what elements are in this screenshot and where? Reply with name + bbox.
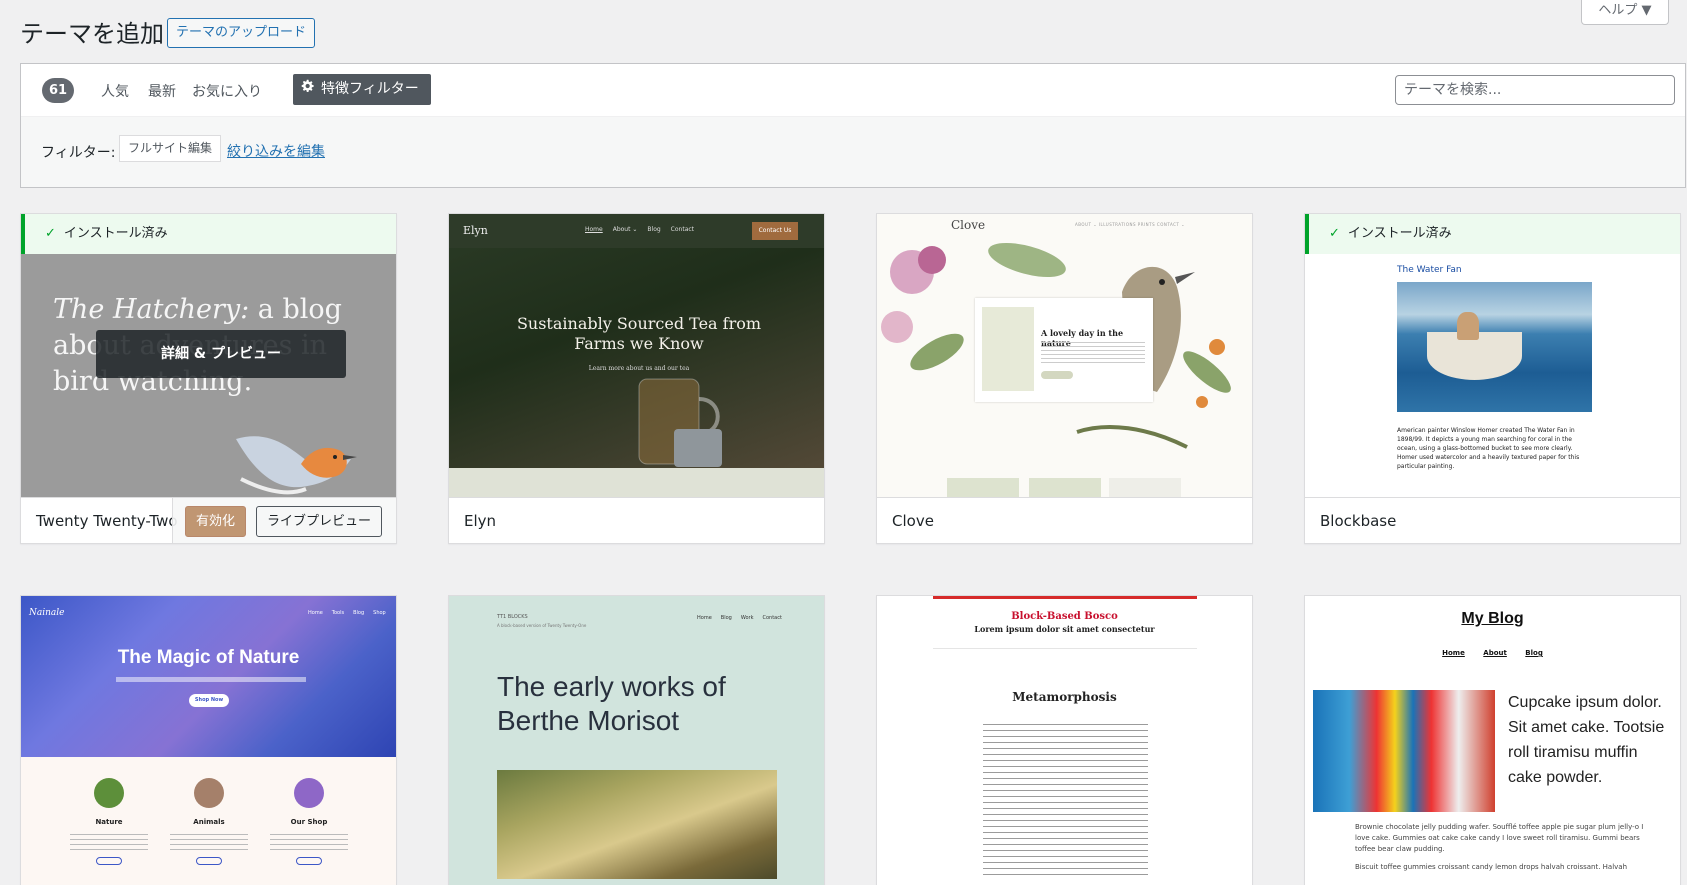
painting-image: [1397, 282, 1592, 412]
preview-title: My Blog: [1461, 610, 1524, 627]
painting-image: [497, 770, 777, 879]
theme-name: Clove: [892, 512, 934, 530]
preview-title: Block-Based Bosco: [1011, 611, 1118, 622]
theme-card-block-based-bosco[interactable]: Block-Based Bosco Lorem ipsum dolor sit …: [876, 595, 1253, 885]
preview-title: The Magic of Nature: [117, 647, 300, 668]
theme-card-tt1-blocks[interactable]: TT1 BLOCKS A block-based version of Twen…: [448, 595, 825, 885]
theme-card-blockbase[interactable]: ✓ インストール済み The Water Fan American painter…: [1304, 213, 1681, 544]
tab-favorites[interactable]: お気に入り: [192, 81, 262, 101]
theme-search-input[interactable]: [1395, 75, 1675, 105]
theme-name-bar: Twenty Twenty-Two 有効化 ライブプレビュー: [21, 497, 396, 543]
page-title: テーマを追加: [20, 20, 164, 48]
filter-tag-full-site-editing: フルサイト編集: [119, 135, 222, 162]
gear-icon: [301, 74, 315, 105]
preview-nav-links: ABOUT ⌄ ILLUSTRATIONS PRINTS CONTACT ⌄: [1075, 222, 1185, 227]
filter-bar: 61 人気 最新 お気に入り 特徴フィルター: [21, 64, 1685, 117]
installed-notice: ✓ インストール済み: [21, 214, 396, 254]
live-preview-button[interactable]: ライブプレビュー: [255, 506, 382, 537]
help-tab[interactable]: ヘルプ ▼: [1581, 0, 1669, 25]
theme-name: Blockbase: [1320, 512, 1397, 530]
preview-logo: Nainale: [29, 608, 65, 618]
details-preview-button[interactable]: 詳細 & プレビュー: [96, 330, 346, 378]
preview-heading: Metamorphosis: [1012, 690, 1117, 704]
active-filters: フィルター: フルサイト編集 絞り込みを編集: [21, 117, 1685, 187]
theme-card-clove[interactable]: Clove ABOUT ⌄ ILLUSTRATIONS PRINTS CONTA…: [876, 213, 1253, 544]
check-icon: ✓: [1329, 226, 1340, 241]
installed-notice: ✓ インストール済み: [1305, 214, 1680, 254]
preview-title: The Water Fan: [1397, 265, 1462, 275]
preview-nav-links: Home Tools Blog Shop: [308, 610, 386, 616]
preview-text: American painter Winslow Homer created T…: [1397, 427, 1580, 470]
preview-hero: Nainale Home Tools Blog Shop The Magic o…: [21, 596, 396, 757]
tab-popular[interactable]: 人気: [101, 81, 129, 101]
theme-card-nature[interactable]: Nainale Home Tools Blog Shop The Magic o…: [20, 595, 397, 885]
preview-column: Our Shop: [269, 778, 349, 865]
theme-screenshot[interactable]: Nainale Home Tools Blog Shop The Magic o…: [21, 596, 396, 885]
preview-title: Sustainably Sourced Tea from Farms we Kn…: [516, 314, 762, 353]
theme-card-my-blog[interactable]: My Blog Home About Blog Cupcake ipsum do…: [1304, 595, 1681, 885]
teapot-illustration: [638, 378, 722, 467]
theme-name-bar: Clove: [877, 497, 1252, 543]
theme-name: Elyn: [464, 512, 497, 530]
feature-filter-label: 特徴フィルター: [321, 81, 419, 97]
feature-filter-button[interactable]: 特徴フィルター: [293, 74, 431, 105]
preview-nav-links: Home About Blog: [1442, 649, 1543, 657]
theme-screenshot[interactable]: My Blog Home About Blog Cupcake ipsum do…: [1305, 596, 1680, 885]
preview-paragraph: Biscuit toffee gummies croissant candy l…: [1355, 863, 1628, 871]
filter-label: フィルター:: [41, 145, 116, 161]
theme-screenshot[interactable]: Elyn Home About ⌄ Blog Contact Contact U…: [449, 214, 824, 497]
edit-filters-link[interactable]: 絞り込みを編集: [227, 141, 325, 161]
preview-paragraph: Brownie chocolate jelly pudding wafer. S…: [1355, 823, 1644, 853]
filter-panel: 61 人気 最新 お気に入り 特徴フィルター フィルター: フルサイト編集 絞り…: [20, 63, 1686, 188]
check-icon: ✓: [45, 226, 56, 241]
preview-text: Cupcake ipsum dolor. Sit amet cake. Toot…: [1508, 694, 1665, 786]
theme-name-bar: Elyn: [449, 497, 824, 543]
preview-nav-links: Home Blog Work Contact: [697, 615, 782, 621]
preview-cta: Contact Us: [752, 222, 798, 240]
theme-name: Twenty Twenty-Two: [36, 512, 178, 530]
theme-count-badge: 61: [42, 78, 74, 103]
preview-nav: Elyn Home About ⌄ Blog Contact Contact U…: [449, 214, 824, 248]
preview-site-title: TT1 BLOCKS: [497, 614, 528, 620]
preview-title: The early works of Berthe Morisot: [497, 671, 726, 736]
preview-logo: Elyn: [463, 224, 488, 237]
theme-screenshot[interactable]: Block-Based Bosco Lorem ipsum dolor sit …: [877, 596, 1252, 885]
preview-column: Animals: [169, 778, 249, 865]
theme-screenshot[interactable]: The Hatchery: a blog about adventures in…: [21, 214, 396, 497]
preview-subtitle: Learn more about us and our tea: [588, 365, 690, 372]
preview-column: Nature: [69, 778, 149, 865]
preview-subtitle: Lorem ipsum dolor sit amet consectetur: [974, 624, 1155, 634]
theme-card-twenty-twenty-two[interactable]: The Hatchery: a blog about adventures in…: [20, 213, 397, 544]
activate-button[interactable]: 有効化: [184, 506, 246, 537]
theme-card-elyn[interactable]: Elyn Home About ⌄ Blog Contact Contact U…: [448, 213, 825, 544]
preview-body-text: [983, 724, 1148, 879]
preview-logo: Clove: [951, 218, 986, 232]
theme-name-bar: Blockbase: [1305, 497, 1680, 543]
theme-screenshot[interactable]: ✓ インストール済み The Water Fan American painter…: [1305, 214, 1680, 497]
preview-tagline: A block-based version of Twenty Twenty-O…: [497, 623, 587, 628]
theme-actions: 有効化 ライブプレビュー: [171, 498, 396, 543]
abstract-painting-image: [1313, 690, 1495, 812]
tab-latest[interactable]: 最新: [148, 81, 176, 101]
preview-button: Shop Now: [189, 694, 229, 707]
theme-screenshot[interactable]: Clove ABOUT ⌄ ILLUSTRATIONS PRINTS CONTA…: [877, 214, 1252, 497]
preview-nav-links: Home About ⌄ Blog Contact: [585, 226, 695, 233]
theme-screenshot[interactable]: TT1 BLOCKS A block-based version of Twen…: [449, 596, 824, 885]
bird-illustration: [236, 436, 357, 495]
upload-theme-button[interactable]: テーマのアップロード: [167, 18, 316, 48]
preview-card: A lovely day in the nature: [975, 298, 1153, 402]
